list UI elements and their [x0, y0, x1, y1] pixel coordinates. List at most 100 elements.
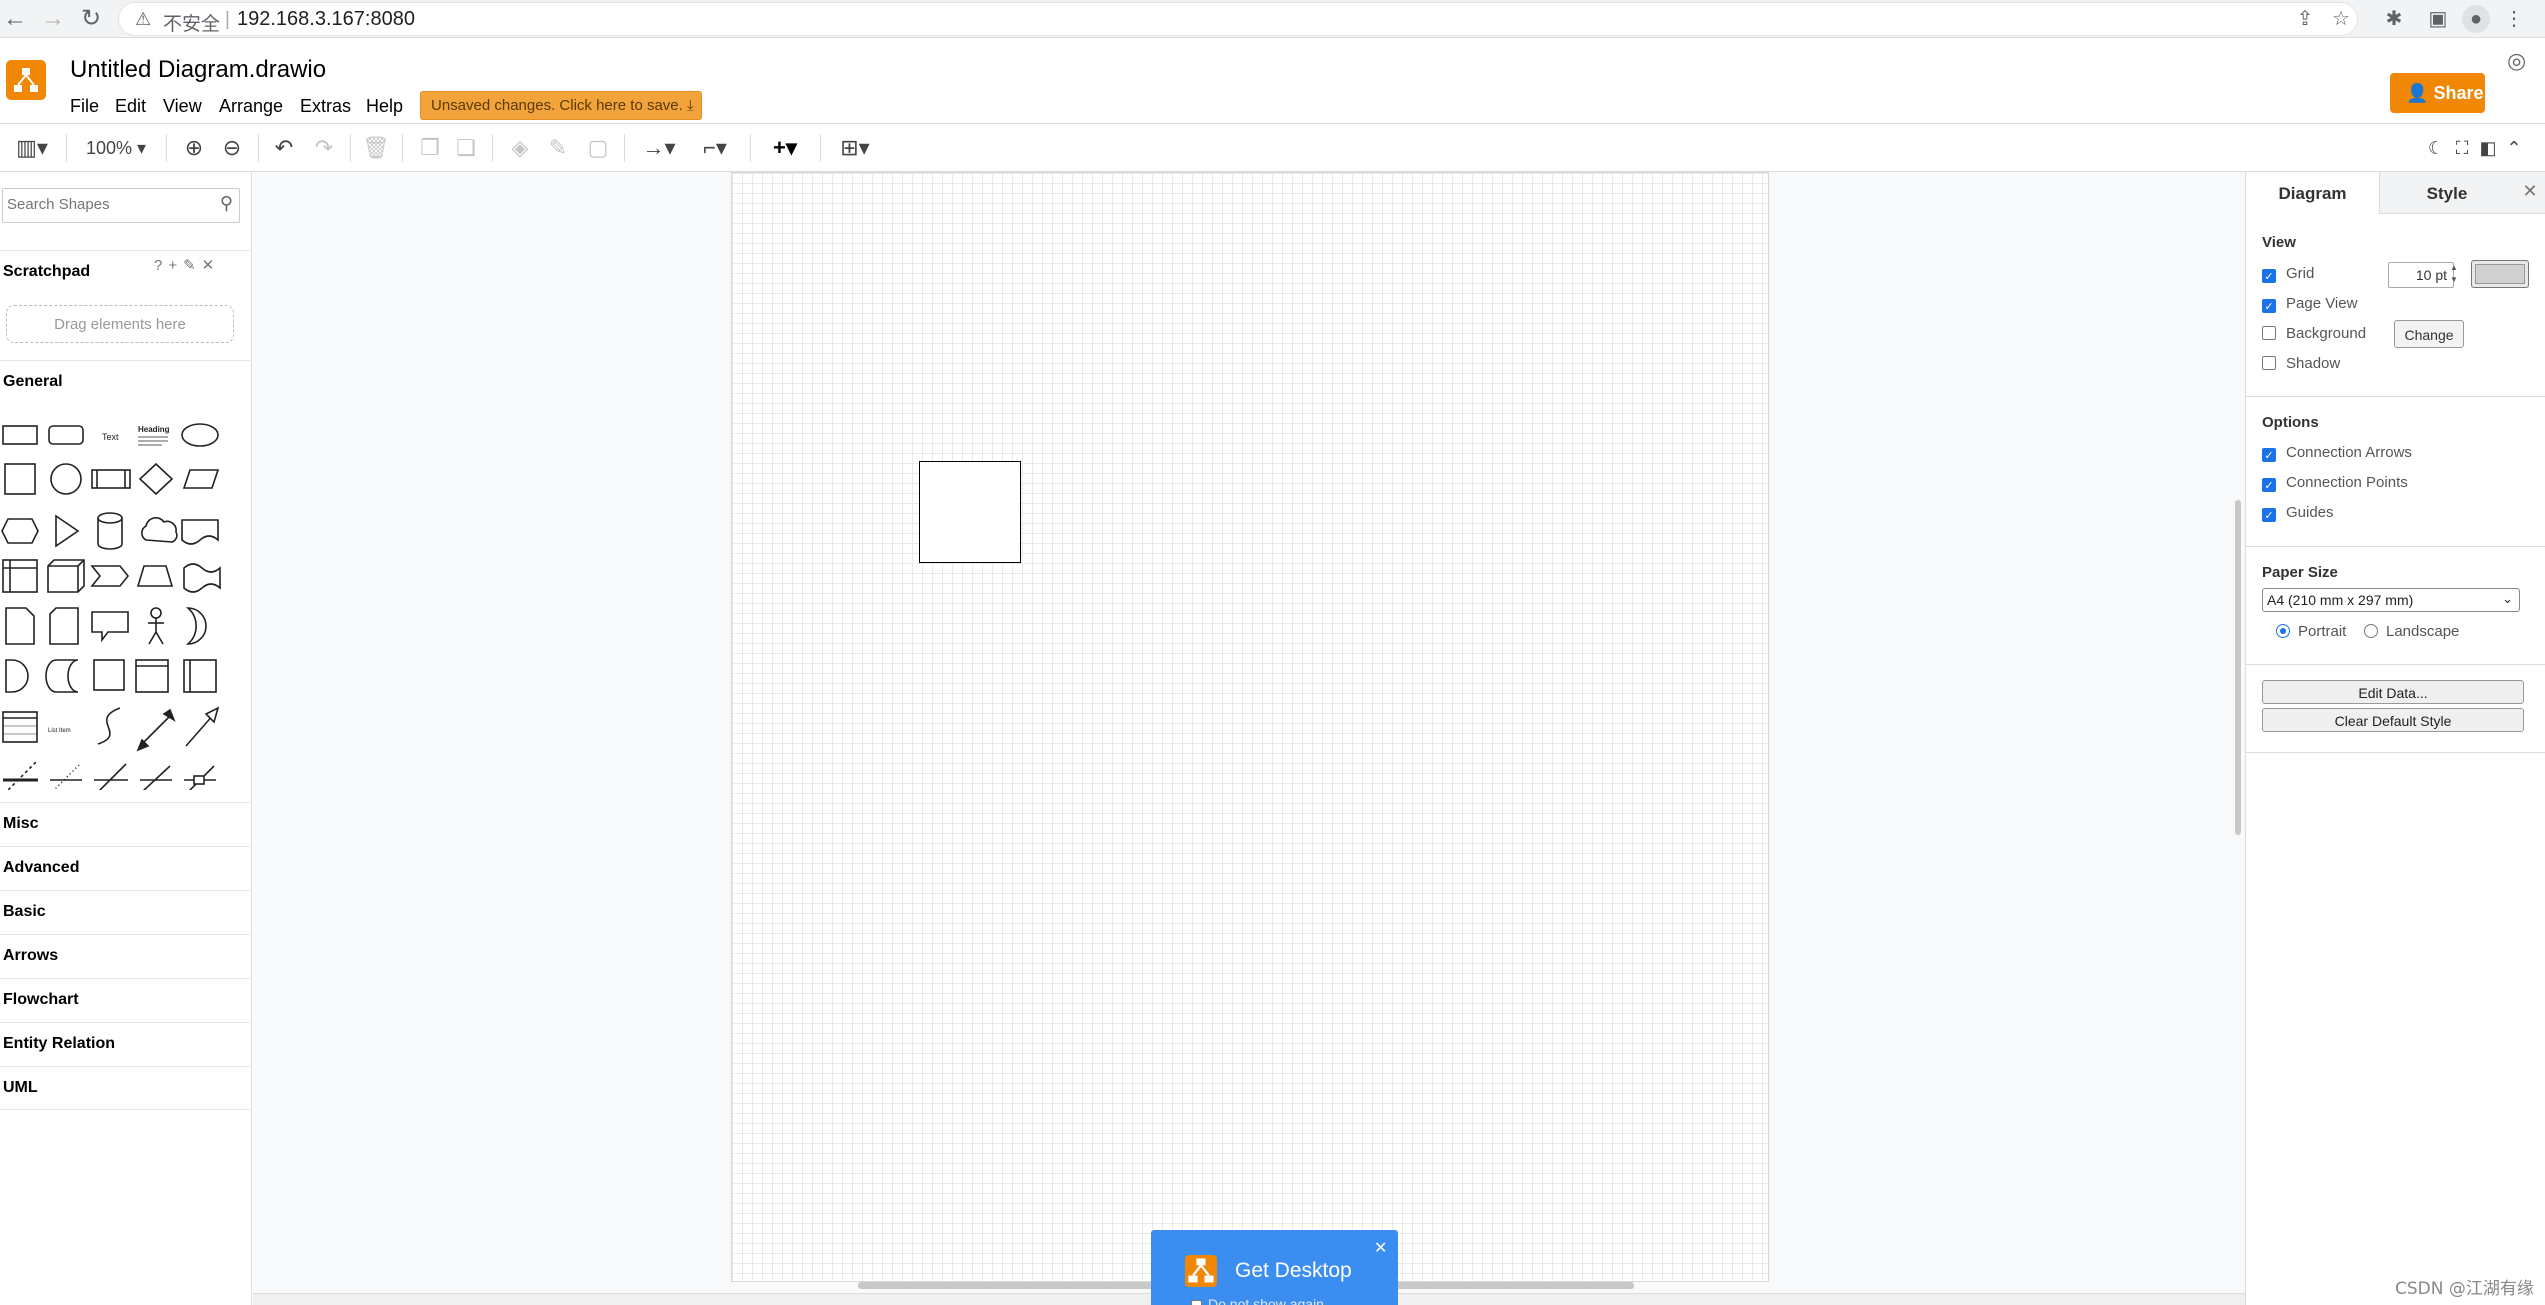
- format-panel-toggle-icon[interactable]: ▥▾: [10, 134, 54, 162]
- format-toggle-icon[interactable]: ◧: [2476, 134, 2500, 162]
- section-uml[interactable]: UML: [0, 1066, 252, 1110]
- section-entity-relation[interactable]: Entity Relation: [0, 1022, 252, 1066]
- section-advanced[interactable]: Advanced: [0, 846, 252, 890]
- extensions-icon[interactable]: ✱: [2380, 5, 2408, 33]
- undo-icon[interactable]: ↶: [270, 134, 298, 162]
- scratchpad-dropzone[interactable]: Drag elements here: [6, 305, 234, 343]
- redo-icon[interactable]: ↷: [310, 134, 338, 162]
- close-panel-icon[interactable]: ✕: [2514, 172, 2545, 214]
- grid-size-input[interactable]: 10 pt: [2388, 262, 2454, 288]
- page-view-checkbox[interactable]: ✓: [2262, 299, 2276, 313]
- background-checkbox-row[interactable]: Background: [2262, 325, 2366, 342]
- get-desktop-title[interactable]: Get Desktop: [1235, 1259, 1352, 1283]
- callout-shape: [91, 611, 129, 643]
- menu-help[interactable]: Help: [366, 96, 403, 117]
- guides-checkbox[interactable]: ✓: [2262, 508, 2276, 522]
- address-bar[interactable]: ⚠ 不安全 | 192.168.3.167:8080 ⇪ ☆: [118, 2, 2358, 36]
- checkbox-icon[interactable]: [1191, 1300, 1202, 1305]
- search-icon[interactable]: ⚲: [220, 193, 233, 214]
- bookmark-star-icon[interactable]: ☆: [2327, 5, 2355, 33]
- section-basic[interactable]: Basic: [0, 890, 252, 934]
- section-flowchart[interactable]: Flowchart: [0, 978, 252, 1022]
- cylinder-shape: [97, 512, 123, 550]
- tab-diagram[interactable]: Diagram: [2246, 172, 2379, 214]
- close-icon[interactable]: ✕: [1374, 1238, 1387, 1258]
- zoom-dropdown[interactable]: 100% ▾: [80, 134, 152, 162]
- collapse-icon[interactable]: ⌃: [2502, 134, 2526, 162]
- grid-checkbox[interactable]: ✓: [2262, 269, 2276, 283]
- to-back-icon[interactable]: ❏: [452, 134, 480, 162]
- connection-points-row[interactable]: ✓ Connection Points: [2262, 474, 2408, 492]
- vertical-scrollbar[interactable]: [2235, 500, 2241, 835]
- search-shapes-box[interactable]: ⚲: [2, 188, 240, 223]
- url-text[interactable]: 192.168.3.167:8080: [237, 8, 415, 31]
- portrait-radio-row[interactable]: Portrait: [2276, 623, 2346, 640]
- menu-file[interactable]: File: [70, 96, 99, 117]
- language-globe-icon[interactable]: ◎: [2507, 48, 2526, 74]
- landscape-radio-row[interactable]: Landscape: [2364, 623, 2459, 640]
- back-icon[interactable]: ←: [0, 4, 30, 34]
- portrait-radio[interactable]: [2276, 624, 2290, 638]
- menu-arrange[interactable]: Arrange: [219, 96, 283, 117]
- diagram-canvas[interactable]: [253, 172, 2245, 1305]
- to-front-icon[interactable]: ❐: [416, 134, 444, 162]
- dark-mode-icon[interactable]: ☾: [2424, 134, 2448, 162]
- forward-icon[interactable]: →: [38, 4, 68, 34]
- section-misc[interactable]: Misc: [0, 802, 252, 846]
- do-not-show-checkbox[interactable]: Do not show again: [1191, 1296, 1324, 1305]
- connector-shapes-row[interactable]: [0, 770, 230, 790]
- section-general[interactable]: General: [0, 360, 252, 404]
- shadow-checkbox-row[interactable]: Shadow: [2262, 355, 2340, 372]
- circle-shape: [50, 463, 82, 495]
- connection-points-checkbox[interactable]: ✓: [2262, 478, 2276, 492]
- fullscreen-icon[interactable]: ⛶: [2450, 134, 2474, 162]
- clear-default-style-button[interactable]: Clear Default Style: [2262, 708, 2524, 732]
- diagram-page[interactable]: [731, 172, 1769, 1282]
- change-background-button[interactable]: Change: [2394, 320, 2464, 348]
- section-arrows[interactable]: Arrows: [0, 934, 252, 978]
- shadow-checkbox[interactable]: [2262, 356, 2276, 370]
- reload-icon[interactable]: ↻: [76, 4, 106, 34]
- sidepanel-icon[interactable]: ▣: [2424, 5, 2452, 33]
- zoom-out-icon[interactable]: ⊖: [218, 134, 246, 162]
- paper-size-select[interactable]: A4 (210 mm x 297 mm) ⌄: [2262, 588, 2520, 612]
- menu-extras[interactable]: Extras: [300, 96, 351, 117]
- tab-style[interactable]: Style: [2379, 172, 2514, 214]
- edit-data-button[interactable]: Edit Data...: [2262, 680, 2524, 704]
- background-checkbox[interactable]: [2262, 326, 2276, 340]
- grid-size-stepper[interactable]: ▲ ▼: [2450, 262, 2462, 288]
- page-view-checkbox-row[interactable]: ✓ Page View: [2262, 295, 2357, 313]
- connection-arrows-checkbox[interactable]: ✓: [2262, 448, 2276, 462]
- browser-menu-icon[interactable]: ⋮: [2500, 5, 2528, 33]
- fill-color-icon[interactable]: ◈: [506, 134, 534, 162]
- zoom-in-icon[interactable]: ⊕: [180, 134, 208, 162]
- insert-plus-icon[interactable]: +▾: [762, 134, 808, 162]
- connection-arrows-label: Connection Arrows: [2286, 444, 2412, 461]
- guides-row[interactable]: ✓ Guides: [2262, 504, 2334, 522]
- search-input[interactable]: [3, 189, 203, 220]
- shadow-icon[interactable]: ▢: [584, 134, 612, 162]
- toolbar-separator: [750, 134, 751, 162]
- square-shape-on-canvas[interactable]: [919, 461, 1021, 563]
- share-page-icon[interactable]: ⇪: [2291, 5, 2319, 33]
- grid-checkbox-row[interactable]: ✓ Grid: [2262, 265, 2314, 283]
- do-not-show-label: Do not show again: [1208, 1296, 1324, 1305]
- waypoints-icon[interactable]: ⌐▾: [692, 134, 738, 162]
- general-shapes-palette[interactable]: Text Heading List Item: [0, 410, 230, 790]
- file-name-title[interactable]: Untitled Diagram.drawio: [70, 56, 326, 84]
- connection-style-icon[interactable]: →▾: [636, 134, 682, 162]
- delete-icon[interactable]: 🗑: [362, 134, 390, 162]
- grid-color-button[interactable]: [2471, 260, 2529, 288]
- line-color-icon[interactable]: ✎: [544, 134, 572, 162]
- background-label: Background: [2286, 325, 2367, 342]
- menu-edit[interactable]: Edit: [115, 96, 146, 117]
- table-icon[interactable]: ⊞▾: [832, 134, 878, 162]
- menu-view[interactable]: View: [163, 96, 202, 117]
- landscape-radio[interactable]: [2364, 624, 2378, 638]
- profile-avatar-icon[interactable]: ●: [2462, 5, 2490, 33]
- scratchpad-tools-icons[interactable]: ?+✎✕: [154, 256, 220, 274]
- share-button[interactable]: 👤 Share: [2390, 73, 2485, 113]
- connection-arrows-row[interactable]: ✓ Connection Arrows: [2262, 444, 2412, 462]
- get-desktop-popup[interactable]: Get Desktop ✕ Do not show again: [1151, 1230, 1398, 1305]
- unsaved-changes-button[interactable]: Unsaved changes. Click here to save. ⤓: [420, 91, 702, 120]
